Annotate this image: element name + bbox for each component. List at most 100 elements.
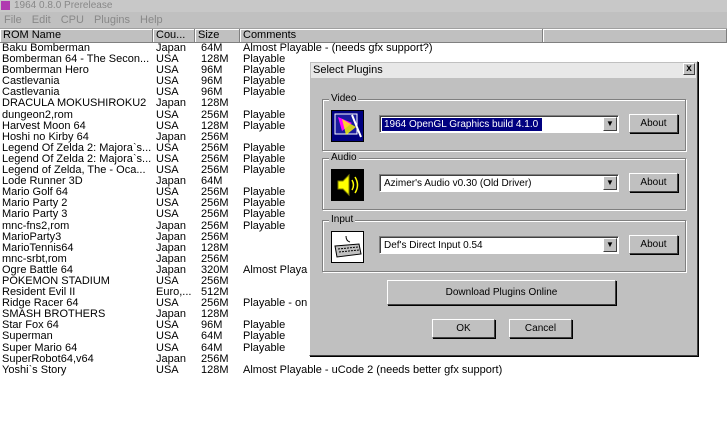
rom-name-cell: dungeon2,rom [2, 109, 73, 121]
menu-cpu[interactable]: CPU [56, 12, 89, 29]
rom-name-cell: Castlevania [2, 76, 60, 88]
rom-size-cell: 256M [201, 153, 229, 165]
rom-size-cell: 256M [201, 109, 229, 121]
rom-size-cell: 320M [201, 264, 229, 276]
rom-name-cell: Mario Party 2 [2, 198, 68, 210]
rom-size-cell: 256M [201, 253, 229, 265]
close-icon[interactable]: x [683, 63, 695, 75]
video-plugin-value: 1964 OpenGL Graphics build 4.1.0 [382, 118, 543, 131]
menu-file[interactable]: File [0, 12, 27, 29]
input-group-label: Input [329, 214, 356, 226]
rom-name-cell: Bomberman Hero [2, 65, 89, 77]
rom-country-cell: USA [156, 209, 179, 221]
rom-size-cell: 128M [201, 120, 229, 132]
menu-edit[interactable]: Edit [27, 12, 56, 29]
rom-size-cell: 128M [201, 309, 229, 321]
speaker-icon [331, 169, 364, 201]
rom-country-cell: Japan [156, 176, 186, 188]
rom-name-cell: Baku Bomberman [2, 43, 91, 54]
ok-button[interactable]: OK [432, 319, 495, 338]
rom-country-cell: Japan [156, 353, 186, 365]
app-icon [1, 1, 10, 10]
menu-plugins[interactable]: Plugins [89, 12, 135, 29]
window-title: 1964 0.8.0 Prerelease [14, 0, 113, 11]
rom-country-cell: Japan [156, 43, 186, 54]
rom-size-cell: 256M [201, 220, 229, 232]
rom-name-cell: Bomberman 64 - The Secon... [2, 54, 150, 66]
rom-country-cell: USA [156, 65, 179, 77]
column-size[interactable]: Size [195, 29, 240, 43]
rom-country-cell: USA [156, 109, 179, 121]
rom-size-cell: 64M [201, 176, 223, 188]
rom-name-cell: mnc-fns2,rom [2, 220, 70, 232]
column-comments[interactable]: Comments [240, 29, 543, 43]
rom-name-cell: Legend of Zelda, The - Oca... [2, 165, 146, 177]
rom-country-cell: Japan [156, 131, 186, 143]
input-plugin-value: Def's Direct Input 0.54 [384, 240, 483, 251]
rom-size-cell: 256M [201, 231, 229, 243]
rom-size-cell: 128M [201, 54, 229, 66]
rom-name-cell: Super Mario 64 [2, 342, 78, 354]
rom-country-cell: Euro,... [156, 287, 192, 299]
input-plugin-select[interactable]: Def's Direct Input 0.54 ▼ [379, 236, 619, 254]
rom-name-cell: SMASH BROTHERS [2, 309, 106, 321]
rom-comments-cell: Almost Playable - uCode 2 (needs better … [243, 364, 503, 376]
column-filler [543, 29, 727, 43]
download-plugins-button[interactable]: Download Plugins Online [387, 280, 616, 305]
rom-country-cell: USA [156, 331, 179, 343]
rom-country-cell: USA [156, 275, 179, 287]
rom-name-cell: Lode Runner 3D [2, 176, 83, 188]
rom-size-cell: 96M [201, 87, 223, 99]
rom-size-cell: 256M [201, 298, 229, 310]
chevron-down-icon[interactable]: ▼ [603, 176, 617, 190]
rom-country-cell: Japan [156, 309, 186, 321]
rom-country-cell: Japan [156, 242, 186, 254]
rom-size-cell: 256M [201, 353, 229, 365]
rom-name-cell: Star Fox 64 [2, 320, 59, 332]
video-about-button[interactable]: About [629, 114, 678, 133]
rom-size-cell: 64M [201, 342, 223, 354]
keyboard-icon [331, 231, 364, 263]
rom-name-cell: mnc-srbt,rom [2, 253, 67, 265]
rom-size-cell: 128M [201, 98, 229, 110]
chevron-down-icon[interactable]: ▼ [603, 117, 617, 131]
rom-country-cell: USA [156, 54, 179, 66]
rom-size-cell: 256M [201, 209, 229, 221]
rom-country-cell: USA [156, 298, 179, 310]
rom-size-cell: 256M [201, 187, 229, 199]
audio-about-button[interactable]: About [629, 173, 678, 192]
rom-name-cell: Ogre Battle 64 [2, 264, 73, 276]
audio-group: Audio Azimer's Audio v0.30 (Old Driver) … [322, 152, 686, 210]
table-row[interactable]: Yoshi`s Story USA 128M Almost Playable - uC… [0, 365, 727, 376]
rom-country-cell: Japan [156, 264, 186, 276]
rom-country-cell: USA [156, 187, 179, 199]
video-group-label: Video [329, 93, 359, 105]
rom-list-header: ROM Name Cou... Size Comments [0, 29, 727, 43]
rom-name-cell: Mario Party 3 [2, 209, 68, 221]
input-group: Input Def's Direct Input 0.54 ▼ About [322, 214, 686, 272]
chevron-down-icon[interactable]: ▼ [603, 238, 617, 252]
column-rom-name[interactable]: ROM Name [0, 29, 153, 43]
rom-country-cell: USA [156, 76, 179, 88]
rom-country-cell: USA [156, 153, 179, 165]
table-row[interactable]: Baku Bomberman Japan 64M Almost Playable - … [0, 43, 727, 54]
dialog-title: Select Plugins [311, 63, 696, 78]
rom-size-cell: 256M [201, 142, 229, 154]
audio-group-label: Audio [329, 152, 359, 164]
video-plugin-select[interactable]: 1964 OpenGL Graphics build 4.1.0 ▼ [379, 115, 619, 133]
rom-size-cell: 128M [201, 364, 229, 376]
input-about-button[interactable]: About [629, 235, 678, 254]
rom-size-cell: 256M [201, 198, 229, 210]
rom-name-cell: Superman [2, 331, 53, 343]
rom-size-cell: 64M [201, 43, 223, 54]
audio-plugin-select[interactable]: Azimer's Audio v0.30 (Old Driver) ▼ [379, 174, 619, 192]
rom-name-cell: POKEMON STADIUM [2, 275, 110, 287]
rom-name-cell: Yoshi`s Story [2, 364, 67, 376]
menu-help[interactable]: Help [135, 12, 168, 29]
cancel-button[interactable]: Cancel [509, 319, 572, 338]
rom-name-cell: Legend Of Zelda 2: Majora`s... [2, 142, 152, 154]
rom-country-cell: Japan [156, 231, 186, 243]
column-country[interactable]: Cou... [153, 29, 195, 43]
rom-size-cell: 96M [201, 320, 223, 332]
rom-name-cell: Castlevania [2, 87, 60, 99]
